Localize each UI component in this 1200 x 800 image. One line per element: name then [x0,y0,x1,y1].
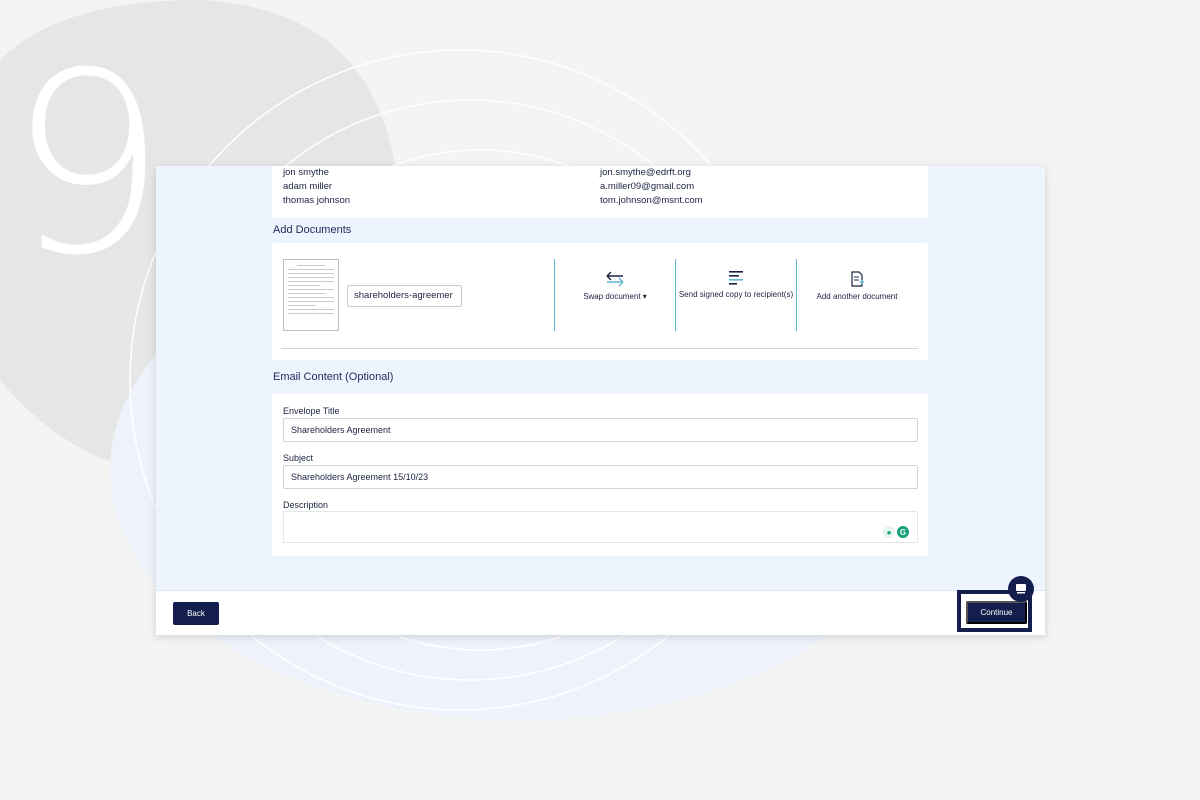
recipient-email: tom.johnson@msnt.com [600,195,703,206]
scroll-area[interactable]: jon smythe jon.smythe@edrft.org adam mil… [156,166,1045,590]
chat-icon [1016,584,1026,594]
step-number: 9 [8,19,168,310]
description-label: Description [283,500,329,510]
email-content-title: Email Content (Optional) [273,371,394,383]
footer-bar: Back [156,590,1045,635]
swap-icon [606,271,624,287]
recipient-name: jon smythe [283,167,329,178]
subject-label: Subject [283,453,314,463]
document-name-field[interactable]: shareholders-agreemer [347,285,462,307]
recipient-email: a.miller09@gmail.com [600,181,695,192]
recipients-list: jon smythe jon.smythe@edrft.org adam mil… [272,166,928,218]
add-another-document-button[interactable]: Add another document [797,271,917,302]
add-document-icon [851,271,864,287]
swap-document-button[interactable]: Swap document ▾ [555,271,675,302]
envelope-title-input[interactable]: Shareholders Agreement [283,418,918,442]
description-textarea[interactable]: ● G [283,511,918,543]
lightbulb-icon[interactable]: ● [883,526,895,538]
app-window: jon smythe jon.smythe@edrft.org adam mil… [156,166,1045,635]
continue-button[interactable]: Continue [966,601,1027,624]
back-button[interactable]: Back [173,602,219,625]
document-thumbnail[interactable] [283,259,339,331]
grammar-tools: ● G [883,526,909,538]
recipient-name: thomas johnson [283,195,351,206]
add-documents-title: Add Documents [273,224,352,236]
lines-icon [729,271,743,285]
divider [281,348,918,349]
envelope-title-label: Envelope Title [283,406,340,416]
subject-input[interactable]: Shareholders Agreement 15/10/23 [283,465,918,489]
email-content-card: Envelope Title Shareholders Agreement Su… [272,394,928,556]
recipient-email: jon.smythe@edrft.org [600,167,691,178]
send-signed-copy-button[interactable]: Send signed copy to recipient(s) [676,269,796,300]
recipient-name: adam miller [283,181,333,192]
swap-document-label: Swap document ▾ [583,292,647,301]
add-another-document-label: Add another document [816,292,898,301]
chat-button[interactable] [1008,576,1034,602]
grammarly-icon[interactable]: G [897,526,909,538]
send-signed-copy-label: Send signed copy to recipient(s) [678,290,794,299]
documents-card: shareholders-agreemer Swap document ▾ Se… [272,243,928,360]
